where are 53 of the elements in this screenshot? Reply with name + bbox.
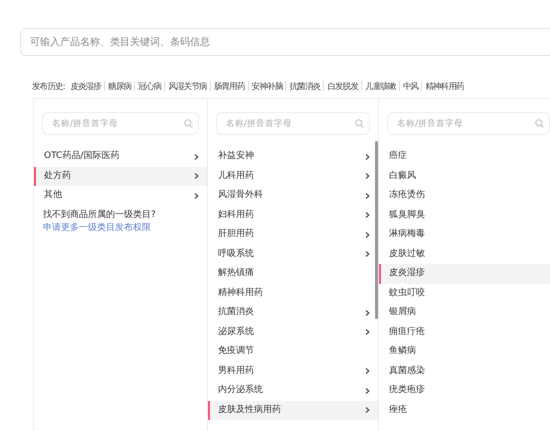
search-icon [355,119,364,128]
category-item[interactable]: 冻疮烫伤 [379,186,550,206]
history-label: 发布历史: [32,80,66,92]
filter-field[interactable]: 名称/拼音首字母 [42,112,199,135]
category-item[interactable]: 解热镇痛 [208,264,378,284]
search-field[interactable]: 可输入产品名称、类目关键词、条码信息 [20,28,550,56]
search-icon [184,119,193,128]
history-link[interactable]: 白发脱发 [323,81,362,91]
scrollbar-thumb[interactable] [375,141,378,319]
category-item[interactable]: 蚊虫叮咬 [379,284,550,303]
category-item[interactable]: 泌尿系统 [208,322,378,342]
category-item[interactable]: 免疫调节 [208,342,378,362]
category-item[interactable]: 痈疽疔疮 [379,322,550,342]
category-item[interactable]: 男科用药 [208,362,378,381]
category-item[interactable]: 处方药 [34,166,207,186]
category-item[interactable]: 肝胆用药 [208,225,378,244]
category-item[interactable]: 妇科用药 [208,206,378,225]
category-item[interactable]: 痤疮 [379,400,550,420]
filter-field[interactable]: 名称/拼音首字母 [387,112,550,135]
apply-permission-link[interactable]: 申请更多一级类目发布权限 [43,222,197,234]
category-item[interactable]: 皮肤及性病用药 [208,400,378,420]
category-item[interactable]: 真菌感染 [379,362,550,381]
category-item[interactable]: 风湿骨外科 [208,186,378,206]
history-link[interactable]: 糖尿病 [104,81,134,91]
history-link[interactable]: 安神补脑 [248,81,286,91]
category-item[interactable]: 银屑病 [379,303,550,322]
category-item[interactable]: 皮肤过敏 [379,244,550,264]
history-link[interactable]: 精神科用药 [421,81,467,91]
history-link[interactable]: 儿童咳嗽 [361,81,399,91]
search-icon [535,119,544,128]
category-item[interactable]: 儿科用药 [208,166,378,186]
category-item[interactable]: 抗菌消炎 [208,303,378,322]
history-link[interactable]: 抗菌消炎 [285,81,324,91]
missing-category-note: 找不到商品所属的一级类目? 申请更多一级类目发布权限 [34,206,207,234]
category-item[interactable]: 淋病梅毒 [379,225,550,244]
history-link[interactable]: 风湿关节病 [164,81,210,91]
category-item[interactable]: 精神科用药 [208,284,378,303]
category-item[interactable]: 狐臭脚臭 [379,206,550,225]
history-link[interactable]: 皮炎湿疹 [68,81,104,91]
category-item[interactable]: 鱼鳞病 [379,342,550,362]
filter-field[interactable]: 名称/拼音首字母 [216,112,370,135]
history-link[interactable]: 中风 [398,81,422,91]
category-item[interactable]: 补益安神 [208,147,378,166]
history-link[interactable]: 冠心病 [134,81,164,91]
category-item[interactable]: 呼吸系统 [208,244,378,264]
category-item[interactable]: 疣类疱疹 [379,381,550,400]
category-item[interactable]: 内分泌系统 [208,381,378,400]
category-item[interactable]: 白癜风 [379,166,550,186]
category-item[interactable]: 皮炎湿疹 [379,264,550,284]
category-item[interactable]: 癌症 [379,147,550,166]
history-link[interactable]: 肠胃用药 [210,81,248,91]
category-item[interactable]: OTC药品/国际医药 [34,147,207,166]
category-item[interactable]: 其他 [34,186,207,206]
